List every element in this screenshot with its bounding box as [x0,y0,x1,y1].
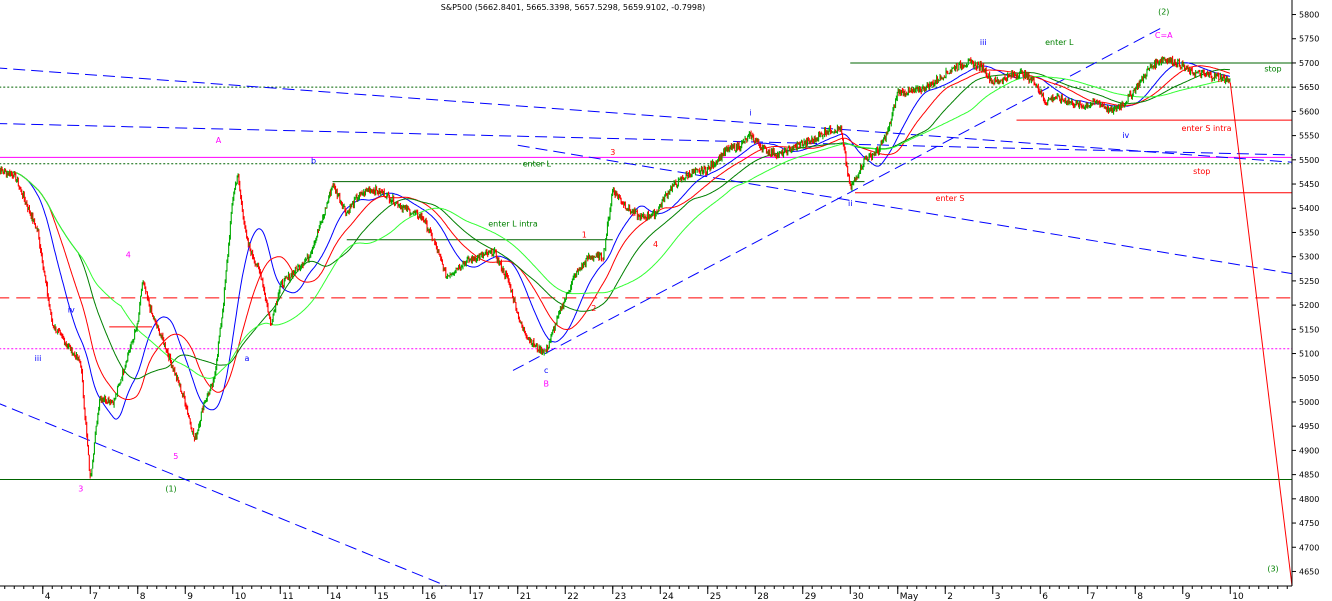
sp500-wave-chart: S&P500 (5662.8401, 5665.3398, 5657.5298,… [0,0,1319,601]
annotation-14: ii [848,199,852,208]
x-tick-label-25: 10 [1232,592,1244,601]
x-tick-label-6: 14 [330,592,342,601]
chart-container: S&P500 (5662.8401, 5665.3398, 5657.5298,… [0,0,1332,601]
y-tick-label-16: 5450 [1299,180,1319,189]
y-tick-label-13: 5300 [1299,253,1319,262]
y-tick-label-20: 5650 [1299,83,1319,92]
annotation-25: 5 [173,452,178,461]
y-tick-label-15: 5400 [1299,204,1319,213]
x-tick-label-8: 16 [425,592,437,601]
trendlines [0,26,1293,587]
x-tick-label-5: 11 [282,592,293,601]
annotation-6: iv [1122,131,1129,140]
annotation-12: stop [1193,167,1210,176]
x-tick-label-9: 17 [472,592,483,601]
x-tick-label-18: May [900,592,919,601]
y-tick-label-0: 4650 [1299,567,1319,576]
annotation-1: C=A [1155,31,1173,40]
y-tick-label-2: 4750 [1299,519,1319,528]
x-tick-label-12: 23 [615,592,626,601]
annotation-0: (2) [1158,8,1169,17]
annotation-11: enter L [523,160,552,169]
chart-title: S&P500 (5662.8401, 5665.3398, 5657.5298,… [441,3,705,12]
annotation-13: enter S [936,194,965,203]
annotation-8: A [216,136,222,145]
annotation-26: 3 [78,485,83,494]
annotation-20: iv [68,305,75,314]
y-tick-label-3: 4800 [1299,495,1319,504]
annotation-21: a [245,354,250,363]
y-tick-label-18: 5550 [1299,132,1319,141]
annotation-17: 4 [653,240,658,249]
y-axis: 4650 4700 4750 4800 4850 4900 4950 5000 5050 5100… [1291,0,1319,586]
x-tick-label-16: 29 [805,592,817,601]
x-tick-label-13: 24 [662,592,674,601]
x-tick-label-11: 22 [567,592,578,601]
moving-average-3 [0,75,1231,379]
annotation-22: iii [35,354,42,363]
annotation-27: (1) [165,485,176,494]
x-tick-label-4: 10 [235,592,247,601]
x-tick-label-20: 3 [995,592,1001,601]
x-tick-label-0: 4 [45,592,51,601]
annotation-28: (3) [1267,564,1278,573]
y-tick-label-11: 5200 [1299,301,1319,310]
trendline-4 [512,26,1164,371]
trendline-0 [0,67,1293,163]
trendline-1 [0,123,1293,156]
annotation-19: 2 [591,304,596,313]
annotation-10: 3 [610,148,615,157]
annotation-3: enter L [1045,38,1074,47]
wave-annotations: (2) C=A iii enter L stop i iv enter S intra Ab 3 e… [35,8,1282,574]
annotation-7: enter S intra [1181,124,1231,133]
x-tick-label-3: 9 [187,592,193,601]
x-tick-label-23: 8 [1137,592,1143,601]
x-tick-label-7: 15 [377,592,388,601]
annotation-23: c [544,366,548,375]
x-tick-label-2: 8 [140,592,146,601]
x-tick-label-22: 7 [1090,592,1096,601]
price-series [0,55,1231,479]
y-tick-label-8: 5050 [1299,374,1319,383]
y-tick-label-10: 5150 [1299,325,1319,334]
x-tick-label-15: 28 [757,592,769,601]
x-tick-label-17: 30 [852,592,864,601]
annotation-4: stop [1264,65,1281,74]
annotation-2: iii [980,38,987,47]
x-tick-label-10: 21 [520,592,531,601]
y-tick-label-17: 5500 [1299,156,1319,165]
annotation-15: enter L intra [488,220,538,229]
y-tick-label-5: 4900 [1299,446,1319,455]
y-tick-label-12: 5250 [1299,277,1319,286]
y-tick-label-23: 5800 [1299,11,1319,20]
x-tick-label-21: 6 [1042,592,1048,601]
y-tick-label-14: 5350 [1299,228,1319,237]
y-tick-label-19: 5600 [1299,107,1319,116]
x-axis: 4 7 8 9 10 11 14 15 16 17 21 22 23 24 25 28 29 30 May 2 3 6 7 8… [0,585,1292,601]
moving-averages [0,62,1231,420]
x-tick-label-24: 9 [1185,592,1191,601]
annotation-24: B [544,379,550,388]
trendline-3 [0,403,447,587]
x-tick-label-1: 7 [92,592,98,601]
y-tick-label-9: 5100 [1299,350,1319,359]
x-tick-label-19: 2 [947,592,953,601]
y-tick-label-22: 5750 [1299,35,1319,44]
reference-lines [0,62,1292,480]
y-tick-label-7: 5000 [1299,398,1319,407]
x-tick-label-14: 25 [710,592,721,601]
y-tick-label-1: 4700 [1299,543,1319,552]
annotation-18: 4 [126,251,131,260]
y-tick-label-6: 4950 [1299,422,1319,431]
y-tick-label-4: 4850 [1299,471,1319,480]
y-tick-label-21: 5700 [1299,59,1319,68]
moving-average-1 [0,65,1231,400]
annotation-16: 1 [582,230,587,239]
annotation-9: b [311,157,316,166]
moving-average-2 [0,68,1230,380]
annotation-5: i [749,108,751,117]
